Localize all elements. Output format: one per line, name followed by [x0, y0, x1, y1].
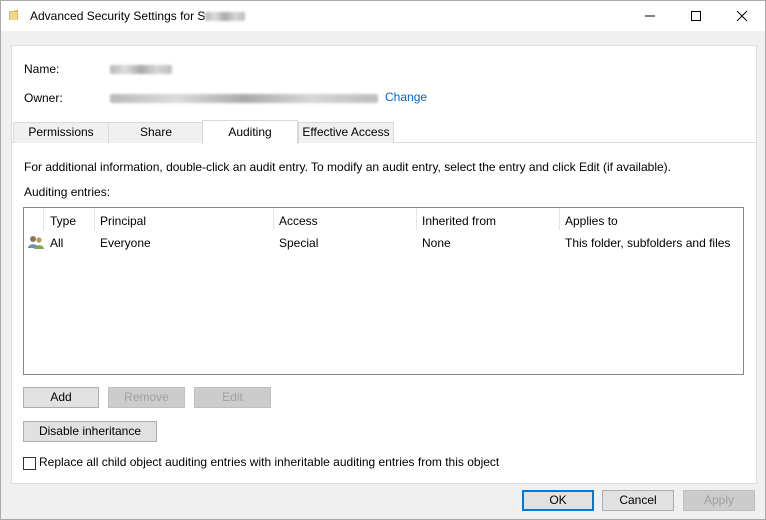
redacted-object-name [205, 12, 246, 22]
column-header-access[interactable]: Access [279, 214, 318, 228]
column-separator [559, 208, 560, 230]
info-text: For additional information, double-click… [24, 160, 671, 174]
owner-label: Owner: [24, 91, 63, 105]
column-separator [94, 208, 95, 230]
disable-inheritance-button[interactable]: Disable inheritance [23, 421, 157, 442]
cell-applies-to: This folder, subfolders and files [565, 236, 731, 250]
cancel-button[interactable]: Cancel [602, 490, 674, 511]
apply-button[interactable]: Apply [683, 490, 755, 511]
column-header-type[interactable]: Type [50, 214, 76, 228]
cell-access: Special [279, 236, 319, 250]
cell-type: All [50, 236, 64, 250]
add-button[interactable]: Add [23, 387, 99, 408]
column-header-principal[interactable]: Principal [100, 214, 146, 228]
cell-principal: Everyone [100, 236, 151, 250]
maximize-button[interactable] [673, 1, 719, 31]
tab-share[interactable]: Share [108, 122, 204, 143]
close-icon [736, 10, 748, 22]
column-header-applies-to[interactable]: Applies to [565, 214, 618, 228]
column-separator [273, 208, 274, 230]
edit-button[interactable]: Edit [194, 387, 271, 408]
redacted-owner-value [110, 94, 378, 103]
auditing-entries-label: Auditing entries: [24, 185, 111, 199]
window-title-text: Advanced Security Settings for S [30, 9, 206, 23]
remove-button[interactable]: Remove [108, 387, 185, 408]
tab-effective-access[interactable]: Effective Access [298, 122, 394, 143]
close-button[interactable] [719, 1, 765, 31]
replace-child-entries-checkbox[interactable] [23, 457, 36, 470]
column-separator [43, 208, 44, 230]
minimize-button[interactable] [627, 1, 673, 31]
column-separator [416, 208, 417, 230]
folder-icon [9, 10, 18, 20]
window-title: Advanced Security Settings for S [30, 9, 246, 23]
advanced-security-settings-window: Advanced Security Settings for S Name: O… [0, 0, 766, 520]
title-bar[interactable]: Advanced Security Settings for S [1, 1, 765, 31]
replace-child-entries-label[interactable]: Replace all child object auditing entrie… [39, 455, 499, 469]
tab-permissions[interactable]: Permissions [13, 122, 109, 143]
main-panel: Name: Owner: Change Permissions Share Au… [11, 45, 757, 484]
ok-button[interactable]: OK [522, 490, 594, 511]
users-icon [28, 236, 44, 249]
tab-auditing[interactable]: Auditing [202, 120, 298, 144]
minimize-icon [645, 15, 655, 17]
maximize-icon [691, 11, 701, 21]
cell-inherited-from: None [422, 236, 451, 250]
redacted-name-value [110, 65, 172, 74]
name-label: Name: [24, 62, 60, 76]
change-owner-link[interactable]: Change [385, 90, 427, 104]
column-header-inherited-from[interactable]: Inherited from [422, 214, 496, 228]
auditing-entries-list[interactable]: Type Principal Access Inherited from App… [23, 207, 744, 375]
